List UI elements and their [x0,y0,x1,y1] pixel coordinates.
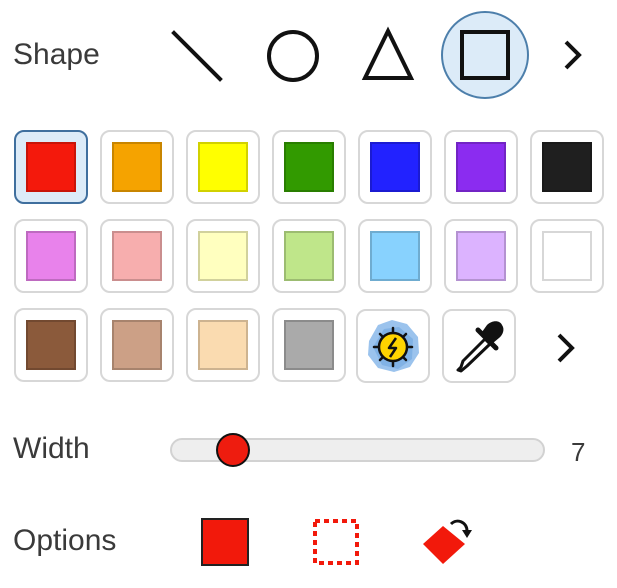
more-shapes-button[interactable] [558,38,588,77]
square-tool-button[interactable] [441,11,529,99]
circle-tool-button[interactable] [249,11,337,99]
circle-icon [267,30,319,82]
random-color-icon [368,320,419,372]
color-swatch[interactable] [100,130,174,204]
color-chip [370,142,420,192]
color-chip [284,231,334,281]
color-swatch[interactable] [14,308,88,382]
color-chip [542,231,592,281]
width-slider-thumb[interactable] [215,433,250,467]
color-swatch[interactable] [272,308,346,382]
color-swatch[interactable] [358,219,432,293]
line-icon [171,30,223,82]
color-chip [198,231,248,281]
color-chip [456,231,506,281]
color-chip [26,320,76,370]
color-swatch[interactable] [186,308,260,382]
color-chip [284,142,334,192]
color-swatch[interactable] [100,219,174,293]
width-value: 7 [571,437,586,467]
color-chip [112,142,162,192]
fill-icon [201,518,249,566]
color-swatch[interactable] [530,130,604,204]
options-label: Options [13,524,117,557]
color-chip [370,231,420,281]
random-color-button[interactable] [356,309,430,383]
color-chip [26,142,76,192]
color-swatch[interactable] [272,130,346,204]
color-chip [198,142,248,192]
color-chip [456,142,506,192]
eyedropper-icon [456,321,504,373]
dashed-outline-option-button[interactable] [312,518,360,571]
more-colors-button[interactable] [551,331,581,370]
rotate-option-button[interactable] [421,514,473,573]
dashed-outline-icon [313,519,359,565]
square-icon [460,30,510,80]
eyedropper-button[interactable] [442,309,516,383]
color-swatch[interactable] [358,130,432,204]
color-swatch[interactable] [100,308,174,382]
color-swatch[interactable] [14,130,88,204]
color-chip [112,320,162,370]
color-chip [284,320,334,370]
color-chip [542,142,592,192]
color-swatch[interactable] [444,219,518,293]
chevron-right-icon [564,40,582,70]
line-tool-button[interactable] [153,11,241,99]
color-swatch[interactable] [14,219,88,293]
color-chip [26,231,76,281]
color-swatch[interactable] [272,219,346,293]
color-swatch[interactable] [444,130,518,204]
shape-label: Shape [13,38,100,71]
color-swatch[interactable] [186,219,260,293]
color-swatch[interactable] [186,130,260,204]
triangle-tool-button[interactable] [344,11,432,99]
color-swatch[interactable] [530,219,604,293]
width-label: Width [13,432,90,465]
color-chip [112,231,162,281]
rotate-icon [423,519,472,564]
chevron-right-icon [557,333,575,363]
triangle-icon [361,26,415,80]
color-chip [198,320,248,370]
fill-option-button[interactable] [201,518,249,571]
